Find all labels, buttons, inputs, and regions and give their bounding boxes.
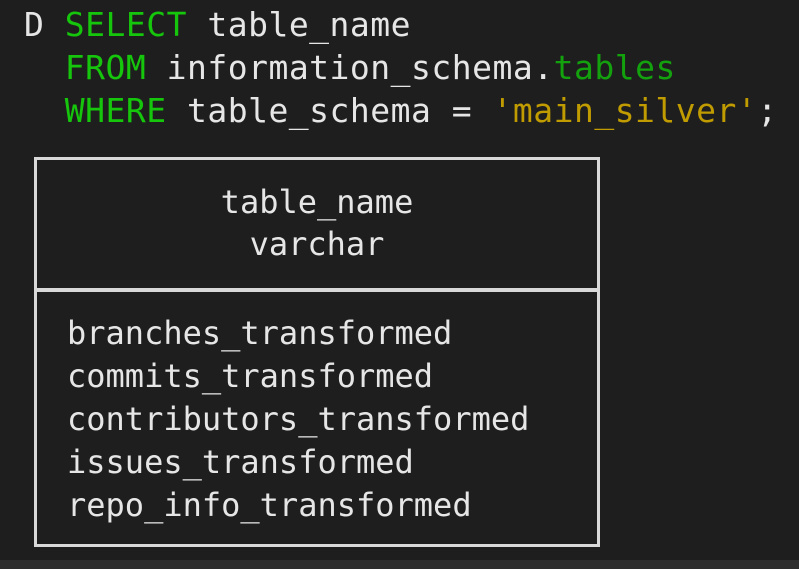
column-name: table_name xyxy=(220,183,414,221)
where-condition: table_schema = xyxy=(186,91,493,130)
statement-terminator: ; xyxy=(757,91,778,130)
from-schema: information_schema. xyxy=(166,48,554,87)
result-table: table_name varchar branches_transformed … xyxy=(34,157,600,547)
column-header: table_name varchar xyxy=(37,160,597,290)
header-separator xyxy=(34,288,600,292)
where-value: 'main_silver' xyxy=(492,91,758,130)
table-row: commits_transformed xyxy=(67,357,434,395)
query-line-3: WHERE table_schema = 'main_silver'; xyxy=(24,91,778,131)
terminal-window[interactable]: D SELECT table_name FROM information_sch… xyxy=(0,0,799,569)
table-row: issues_transformed xyxy=(67,443,414,481)
table-row: contributors_transformed xyxy=(67,400,530,438)
from-keyword: FROM xyxy=(64,48,147,87)
query-line-1: D SELECT table_name xyxy=(24,5,411,45)
where-keyword: WHERE xyxy=(64,91,167,130)
prompt-indicator: D xyxy=(24,5,45,44)
from-table: tables xyxy=(553,48,676,87)
terminal-bottom-bar xyxy=(0,560,799,569)
select-keyword: SELECT xyxy=(64,5,187,44)
query-line-2: FROM information_schema.tables xyxy=(24,48,676,88)
table-row: repo_info_transformed xyxy=(67,486,472,524)
result-rows: branches_transformed commits_transformed… xyxy=(67,312,529,527)
column-type: varchar xyxy=(249,225,385,263)
select-column: table_name xyxy=(207,5,412,44)
table-row: branches_transformed xyxy=(67,314,453,352)
